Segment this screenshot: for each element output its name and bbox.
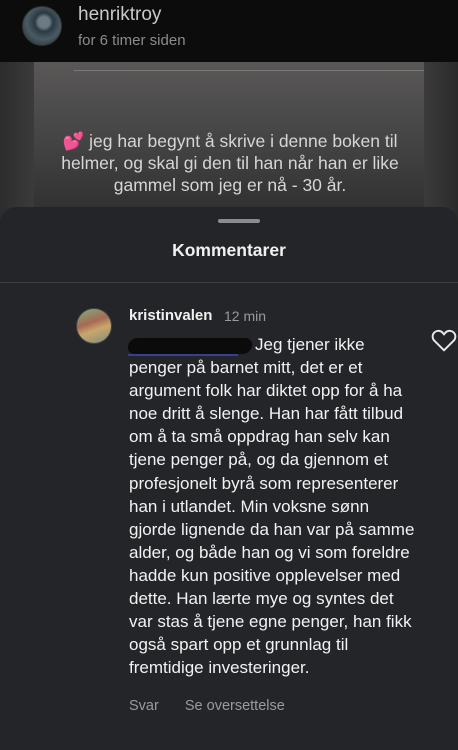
- post-username[interactable]: henriktroy: [78, 4, 161, 26]
- sheet-drag-handle[interactable]: [218, 219, 260, 223]
- reply-button[interactable]: Svar: [129, 698, 159, 714]
- two-hearts-icon: 💕: [62, 131, 85, 151]
- comment-actions: Svar Se oversettelse: [129, 698, 307, 714]
- see-translation-button[interactable]: Se oversettelse: [185, 698, 285, 714]
- comments-sheet: Kommentarer kristinvalen 12 min Jeg tjen…: [0, 207, 458, 750]
- sheet-divider: [0, 282, 458, 283]
- comment-text: Jeg tjener ikke penger på barnet mitt, d…: [129, 333, 419, 679]
- story-caption-text: jeg har begynt å skrive i denne boken ti…: [61, 131, 399, 195]
- comment-timestamp: 12 min: [224, 308, 267, 324]
- heart-outline-icon[interactable]: [431, 328, 457, 352]
- post-avatar[interactable]: [22, 6, 62, 46]
- comment-avatar[interactable]: [76, 308, 112, 344]
- comment-username[interactable]: kristinvalen: [129, 307, 212, 324]
- comment-body: Jeg tjener ikke penger på barnet mitt, d…: [129, 335, 415, 678]
- story-page-rule: [74, 70, 424, 71]
- story-caption: 💕 jeg har begynt å skrive i denne boken …: [40, 130, 420, 196]
- post-timestamp: for 6 timer siden: [78, 32, 186, 49]
- sheet-title: Kommentarer: [172, 240, 286, 260]
- post-header: henriktroy for 6 timer siden: [0, 0, 458, 62]
